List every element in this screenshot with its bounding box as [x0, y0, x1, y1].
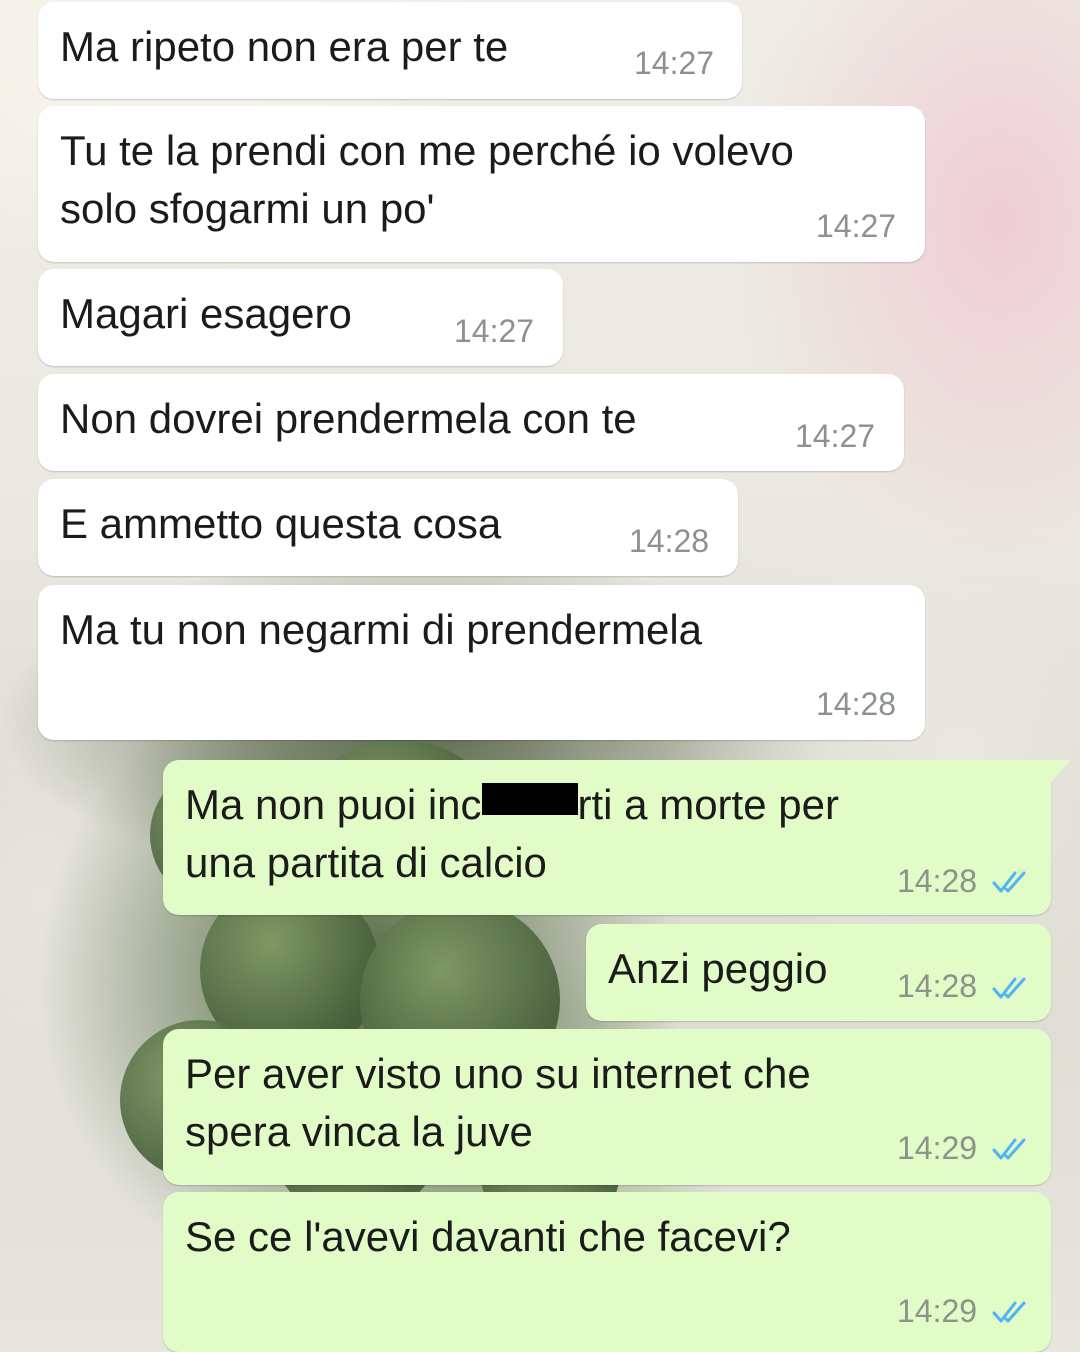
message-text: Non dovrei prendermela con te	[60, 395, 637, 442]
outgoing-message[interactable]: Se ce l'avevi davanti che facevi? 14:29	[163, 1192, 1051, 1352]
message-text: Ma tu non negarmi di prendermela	[60, 606, 703, 653]
outgoing-message[interactable]: Per aver visto uno su internet che spera…	[163, 1029, 1051, 1185]
message-text: Per aver visto uno su internet che spera…	[185, 1050, 811, 1155]
message-time: 14:28	[897, 863, 978, 899]
double-check-read-icon	[992, 1301, 1026, 1323]
message-text-part: Ma non puoi inc	[185, 781, 482, 828]
message-text: Se ce l'avevi davanti che facevi?	[185, 1213, 791, 1260]
message-text: Ma non puoi inc rti a morte per una parti…	[185, 776, 839, 892]
message-text: Anzi peggio	[608, 945, 828, 992]
incoming-message[interactable]: Magari esagero 14:27	[38, 269, 563, 366]
redaction-bar	[481, 783, 578, 815]
message-time: 14:27	[634, 45, 715, 81]
message-time: 14:28	[629, 523, 710, 559]
bubble-tail	[1049, 760, 1071, 784]
incoming-message[interactable]: Non dovrei prendermela con te 14:27	[38, 374, 904, 471]
message-time: 14:27	[816, 208, 897, 244]
message-time: 14:28	[897, 968, 978, 1004]
message-time: 14:29	[897, 1293, 978, 1329]
message-time: 14:28	[816, 686, 897, 722]
outgoing-message[interactable]: Ma non puoi inc rti a morte per una parti…	[163, 760, 1071, 915]
message-text: Magari esagero	[60, 290, 352, 337]
double-check-read-icon	[992, 977, 1026, 999]
message-time: 14:29	[897, 1130, 978, 1166]
message-text: Ma ripeto non era per te	[60, 23, 509, 70]
incoming-message[interactable]: E ammetto questa cosa 14:28	[38, 479, 738, 576]
message-time: 14:27	[795, 418, 876, 454]
incoming-message[interactable]: Ma ripeto non era per te 14:27	[38, 2, 742, 99]
double-check-read-icon	[992, 871, 1026, 893]
message-text: Tu te la prendi con me perché io volevo …	[60, 127, 794, 232]
message-text: E ammetto questa cosa	[60, 500, 502, 547]
outgoing-message[interactable]: Anzi peggio 14:28	[586, 924, 1051, 1021]
message-time: 14:27	[454, 313, 535, 349]
incoming-message[interactable]: Ma tu non negarmi di prendermela 14:28	[38, 585, 925, 740]
incoming-message[interactable]: Tu te la prendi con me perché io volevo …	[38, 106, 925, 262]
double-check-read-icon	[992, 1138, 1026, 1160]
